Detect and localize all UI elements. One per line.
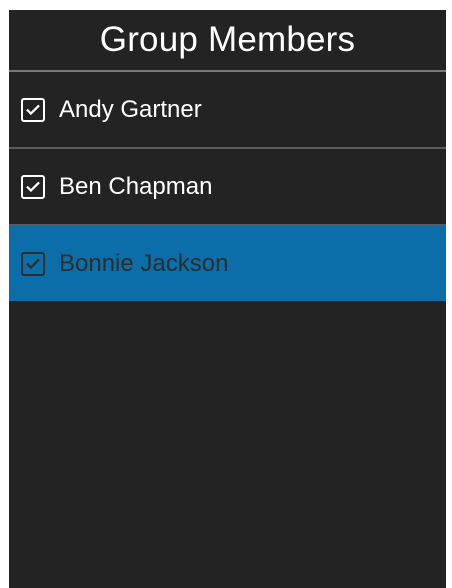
- check-icon: [26, 104, 40, 115]
- check-icon: [26, 258, 40, 269]
- page-title: Group Members: [9, 10, 446, 72]
- group-members-screen: Group Members Andy Gartner Ben Chapman B…: [9, 10, 446, 588]
- checkbox[interactable]: [21, 174, 45, 199]
- checkbox[interactable]: [21, 97, 45, 122]
- member-row-andy-gartner[interactable]: Andy Gartner: [9, 72, 446, 149]
- member-name: Bonnie Jackson: [59, 249, 229, 277]
- member-name: Andy Gartner: [59, 95, 202, 123]
- member-name: Ben Chapman: [59, 172, 213, 200]
- member-row-bonnie-jackson[interactable]: Bonnie Jackson: [9, 226, 446, 301]
- check-icon: [26, 181, 40, 192]
- checkbox[interactable]: [21, 251, 45, 276]
- member-list: Andy Gartner Ben Chapman Bonnie Jackson: [9, 72, 446, 301]
- member-row-ben-chapman[interactable]: Ben Chapman: [9, 149, 446, 226]
